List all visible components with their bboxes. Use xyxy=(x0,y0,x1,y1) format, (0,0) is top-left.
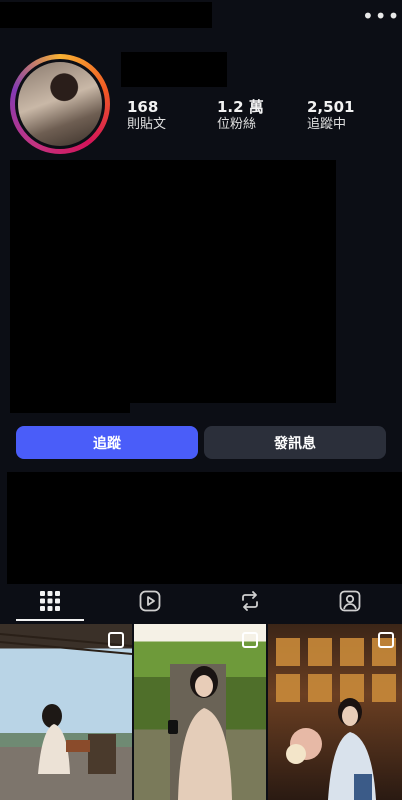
redacted-highlights xyxy=(7,472,402,584)
redacted-bio-tail xyxy=(10,403,130,413)
post-photo xyxy=(168,664,232,800)
posts-count-label: 則貼文 xyxy=(127,117,167,132)
followers-count-label: 位粉絲 xyxy=(217,117,257,132)
avatar[interactable] xyxy=(15,59,105,149)
follow-button[interactable]: 追蹤 xyxy=(16,426,198,459)
post-thumbnail[interactable] xyxy=(268,624,402,800)
tab-tagged[interactable] xyxy=(339,590,361,612)
multiple-photos-icon xyxy=(108,632,124,648)
post-photo xyxy=(0,633,132,774)
tab-posts[interactable] xyxy=(39,590,61,612)
grid-icon xyxy=(40,591,60,611)
tagged-person-icon xyxy=(339,590,361,612)
repost-icon xyxy=(242,591,258,611)
avatar-story-ring[interactable] xyxy=(10,54,110,154)
message-button[interactable]: 發訊息 xyxy=(204,426,386,459)
following-count-value: 2,501 xyxy=(307,98,355,116)
play-icon xyxy=(139,590,161,612)
selected-tab-indicator xyxy=(16,619,84,621)
tab-reposts[interactable] xyxy=(239,590,261,612)
following-count[interactable]: 2,501 追蹤中 xyxy=(307,98,354,134)
posts-count[interactable]: 168 則貼文 xyxy=(127,98,166,134)
posts-count-value: 168 xyxy=(127,98,159,116)
post-thumbnail[interactable] xyxy=(134,624,266,800)
following-count-label: 追蹤中 xyxy=(307,117,347,132)
multiple-photos-icon xyxy=(242,632,258,648)
tab-reels[interactable] xyxy=(139,590,161,612)
followers-count-value: 1.2 萬 xyxy=(217,98,264,116)
post-photo xyxy=(276,638,396,800)
redacted-bio xyxy=(10,160,336,403)
more-options-icon[interactable]: ••• xyxy=(362,6,399,26)
redacted-display-name xyxy=(121,52,227,87)
redacted-username xyxy=(0,2,212,28)
post-thumbnail[interactable] xyxy=(0,624,132,800)
followers-count[interactable]: 1.2 萬 位粉絲 xyxy=(217,98,264,134)
multiple-photos-icon xyxy=(378,632,394,648)
